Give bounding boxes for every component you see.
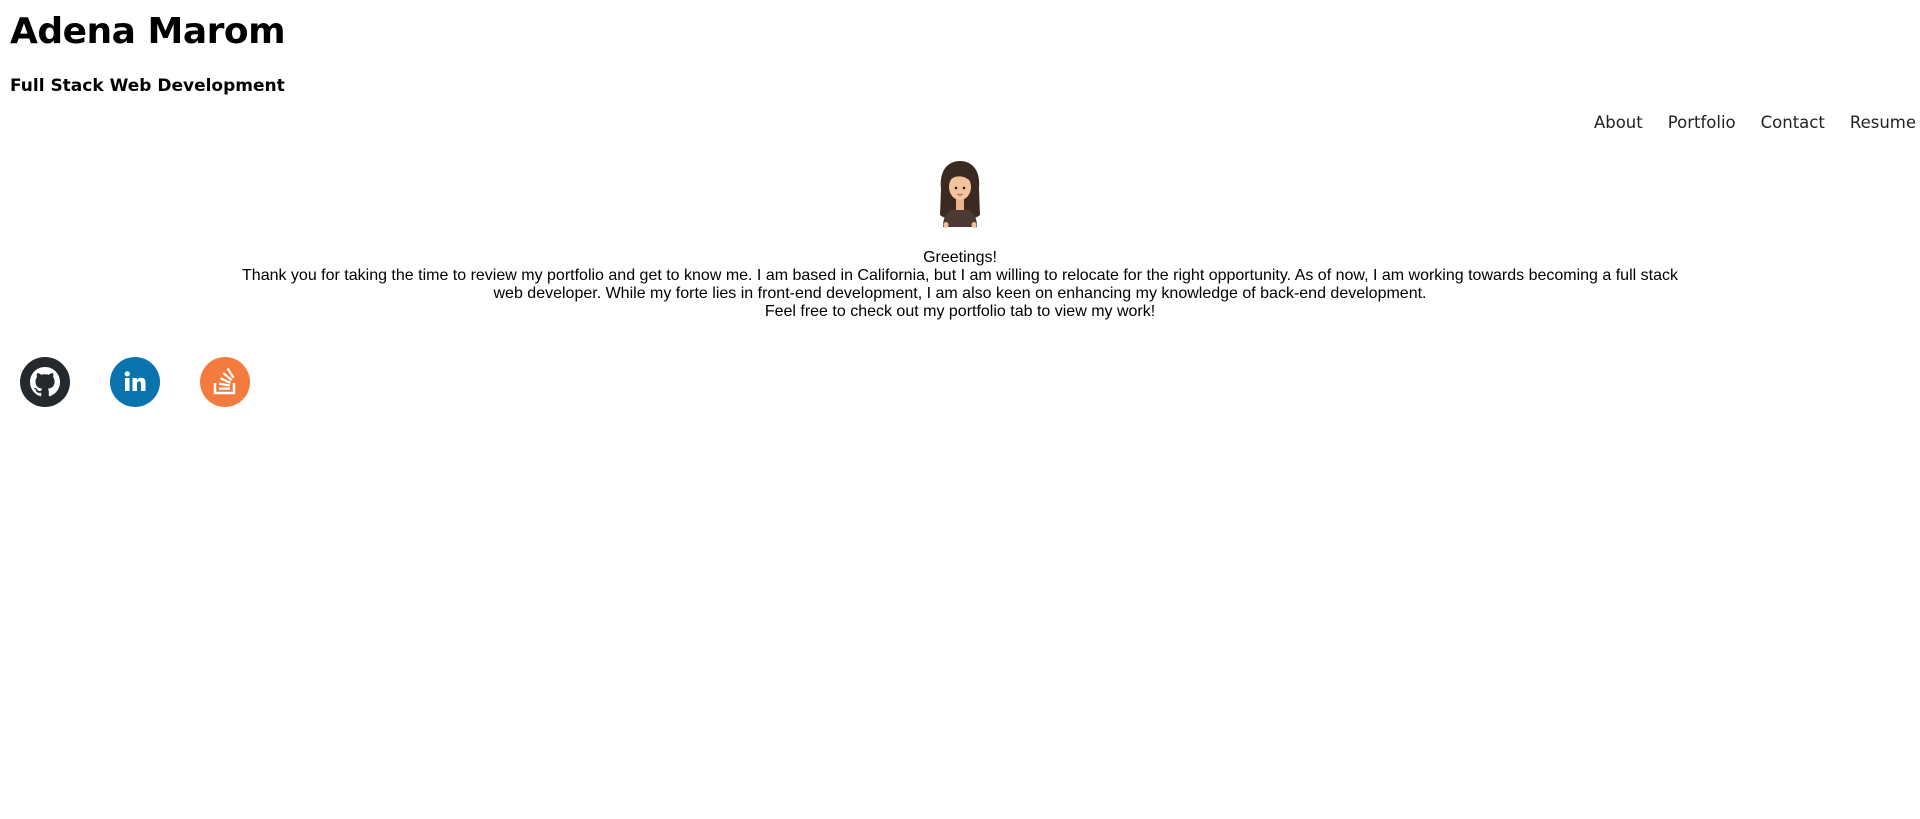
github-link[interactable] — [20, 357, 70, 407]
stackoverflow-icon — [213, 368, 236, 395]
portfolio-callout: Feel free to check out my portfolio tab … — [764, 303, 1156, 320]
main-nav: About Portfolio Contact Resume — [1569, 112, 1916, 134]
nav-link-contact[interactable]: Contact — [1736, 112, 1825, 134]
nav-link-resume[interactable]: Resume — [1825, 112, 1916, 134]
stackoverflow-link[interactable] — [200, 357, 250, 407]
woman-emoji-icon — [935, 159, 985, 229]
intro-paragraph: Thank you for taking the time to review … — [242, 267, 1678, 302]
linkedin-link[interactable] — [110, 357, 160, 407]
page: Adena Marom Full Stack Web Development A… — [0, 0, 1920, 819]
site-title: Adena Marom — [10, 11, 286, 52]
site-subtitle: Full Stack Web Development — [10, 76, 285, 96]
nav-link-about[interactable]: About — [1569, 112, 1643, 134]
intro-text: Greetings! Thank you for taking the time… — [240, 249, 1680, 321]
linkedin-icon — [124, 371, 146, 391]
nav-link-portfolio[interactable]: Portfolio — [1643, 112, 1736, 134]
github-icon — [30, 367, 60, 397]
greeting: Greetings! — [923, 249, 997, 266]
social-links — [20, 357, 250, 407]
